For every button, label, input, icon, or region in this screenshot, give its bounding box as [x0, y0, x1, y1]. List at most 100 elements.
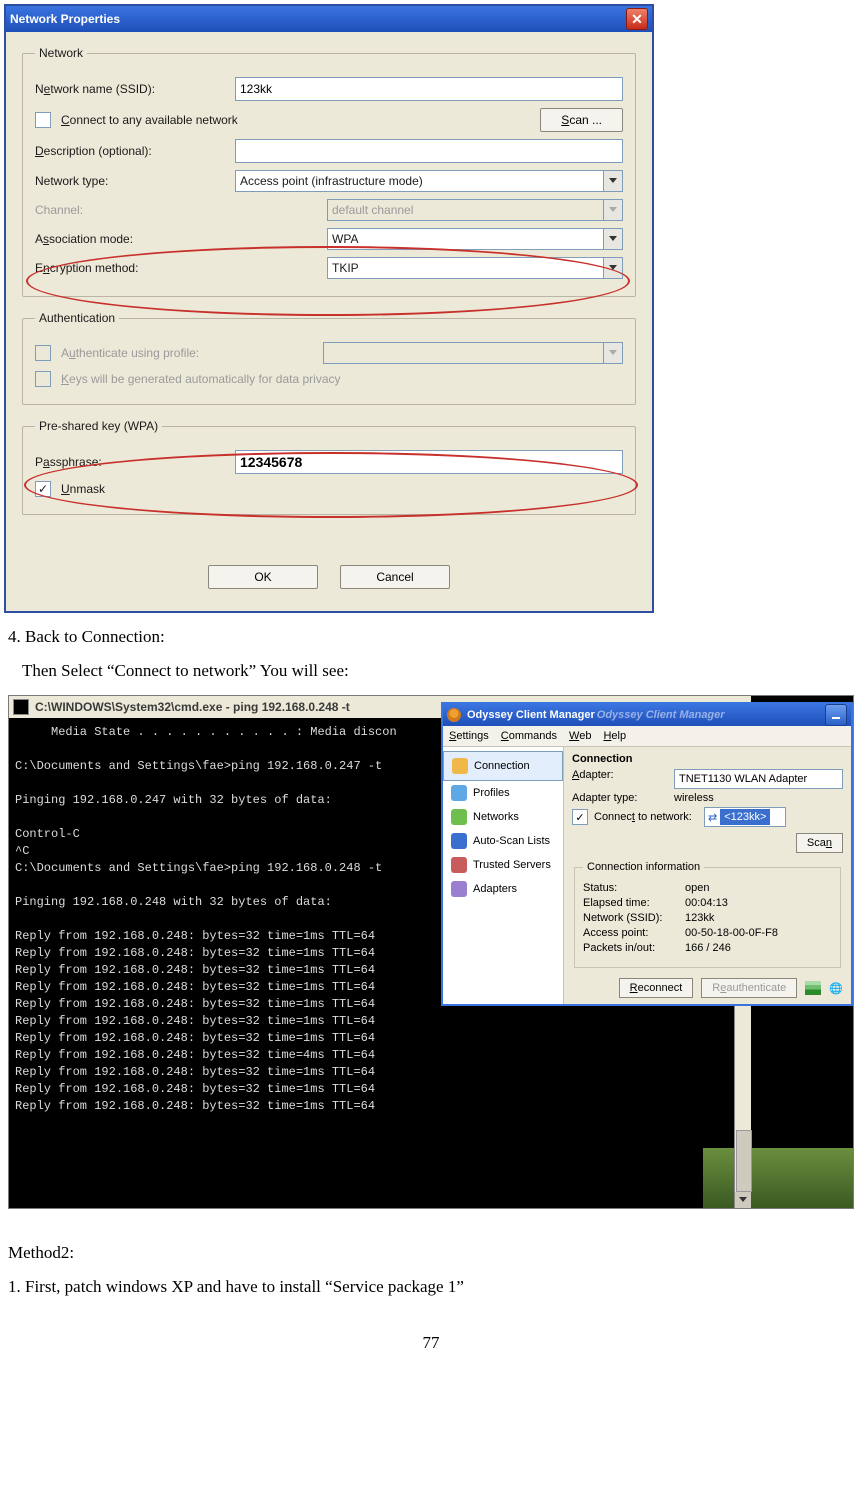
sidebar-item-adapters[interactable]: Adapters — [443, 877, 563, 901]
reconnect-button[interactable]: Reconnect — [619, 978, 694, 998]
elapsed-value: 00:04:13 — [685, 897, 728, 909]
auth-profile-checkbox — [35, 345, 51, 361]
close-icon[interactable]: ✕ — [626, 8, 648, 30]
ocm-scan-button[interactable]: Scan — [796, 833, 843, 853]
scrollbar-thumb[interactable] — [736, 1130, 752, 1192]
association-mode-select[interactable]: WPA — [327, 228, 623, 250]
sidebar-item-label: Networks — [473, 811, 519, 823]
trusted-icon — [451, 857, 467, 873]
sidebar-item-connection[interactable]: Connection — [443, 751, 563, 781]
chevron-down-icon — [603, 171, 622, 191]
status-value: open — [685, 882, 709, 894]
elapsed-label: Elapsed time: — [583, 897, 685, 909]
globe-icon: 🌐 — [829, 982, 843, 995]
channel-value: default channel — [328, 203, 603, 217]
sidebar-item-autoscan[interactable]: Auto-Scan Lists — [443, 829, 563, 853]
association-mode-label: Association mode: — [35, 232, 317, 246]
network-type-value: Access point (infrastructure mode) — [236, 174, 603, 188]
authentication-legend: Authentication — [35, 311, 119, 325]
networks-icon — [451, 809, 467, 825]
unmask-label: Unmask — [61, 482, 105, 496]
status-label: Status: — [583, 882, 685, 894]
sidebar-item-networks[interactable]: Networks — [443, 805, 563, 829]
connection-icon — [452, 758, 468, 774]
ssid-input[interactable] — [235, 77, 623, 101]
screenshot-composite: C:\WINDOWS\System32\cmd.exe - ping 192.1… — [8, 695, 854, 1209]
description-label: Description (optional): — [35, 144, 225, 158]
connection-info-group: Connection information Status:open Elaps… — [574, 861, 841, 968]
chevron-down-icon — [603, 343, 622, 363]
network-type-label: Network type: — [35, 174, 225, 188]
ocm-titlebar: Odyssey Client Manager Odyssey Client Ma… — [443, 704, 851, 726]
network-properties-dialog: Network Properties ✕ Network Network nam… — [4, 4, 654, 613]
ocm-sidebar: Connection Profiles Networks Auto-Scan L… — [443, 747, 564, 1004]
unmask-checkbox[interactable]: ✓ — [35, 481, 51, 497]
ssid-value: 123kk — [685, 912, 714, 924]
adapter-select[interactable]: TNET1130 WLAN Adapter — [674, 769, 843, 789]
sidebar-item-profiles[interactable]: Profiles — [443, 781, 563, 805]
sidebar-item-label: Adapters — [473, 883, 517, 895]
ocm-title-shadow: Odyssey Client Manager — [597, 709, 725, 721]
menu-help[interactable]: Help — [603, 730, 626, 742]
encryption-method-select[interactable]: TKIP — [327, 257, 623, 279]
menu-commands[interactable]: Commands — [501, 730, 557, 742]
keys-auto-label: Keys will be generated automatically for… — [61, 372, 341, 386]
sidebar-item-label: Trusted Servers — [473, 859, 551, 871]
psk-group: Pre-shared key (WPA) Passphrase: ✓ Unmas… — [22, 419, 636, 515]
connect-any-label: Connect to any available network — [61, 113, 530, 127]
sidebar-item-label: Auto-Scan Lists — [473, 835, 550, 847]
cancel-button[interactable]: Cancel — [340, 565, 450, 589]
adapter-label: Adapter: — [572, 769, 674, 789]
ocm-title: Odyssey Client Manager — [467, 709, 595, 721]
auth-profile-label: Authenticate using profile: — [61, 346, 313, 360]
menu-settings[interactable]: Settings — [449, 730, 489, 742]
keys-auto-checkbox — [35, 371, 51, 387]
connect-network-label: Connect to network: — [594, 811, 704, 823]
connect-any-checkbox[interactable] — [35, 112, 51, 128]
titlebar: Network Properties ✕ — [6, 6, 652, 32]
cmd-icon — [13, 699, 29, 715]
connection-heading: Connection — [572, 753, 843, 765]
chevron-down-icon — [603, 229, 622, 249]
step-4-text: 4. Back to Connection: — [8, 627, 854, 647]
page-number: 77 — [4, 1333, 858, 1353]
menu-web[interactable]: Web — [569, 730, 591, 742]
adapters-icon — [451, 881, 467, 897]
window-title: Network Properties — [10, 12, 120, 26]
connect-network-checkbox[interactable]: ✓ — [572, 809, 588, 825]
scan-button[interactable]: Scan ... — [540, 108, 623, 132]
authentication-group: Authentication Authenticate using profil… — [22, 311, 636, 405]
network-legend: Network — [35, 46, 87, 60]
autoscan-icon — [451, 833, 467, 849]
adapter-type-label: Adapter type: — [572, 792, 674, 804]
ssid-label: Network name (SSID): — [35, 82, 225, 96]
network-select-icon: ⇄ — [705, 811, 720, 824]
adapter-type-value: wireless — [674, 792, 714, 804]
sidebar-item-label: Connection — [474, 760, 530, 772]
passphrase-input[interactable] — [235, 450, 623, 474]
channel-select: default channel — [327, 199, 623, 221]
ocm-menubar: Settings Commands Web Help — [443, 726, 851, 747]
adapter-value: TNET1130 WLAN Adapter — [675, 773, 842, 785]
sidebar-item-label: Profiles — [473, 787, 510, 799]
ap-value: 00-50-18-00-0F-F8 — [685, 927, 778, 939]
method2-heading: Method2: — [8, 1243, 854, 1263]
ssid-label: Network (SSID): — [583, 912, 685, 924]
java-icon — [447, 708, 461, 722]
ap-label: Access point: — [583, 927, 685, 939]
ok-button[interactable]: OK — [208, 565, 318, 589]
sidebar-item-trusted[interactable]: Trusted Servers — [443, 853, 563, 877]
passphrase-label: Passphrase: — [35, 455, 225, 469]
network-type-select[interactable]: Access point (infrastructure mode) — [235, 170, 623, 192]
minimize-icon[interactable] — [825, 704, 847, 726]
ocm-main: Connection Adapter: TNET1130 WLAN Adapte… — [564, 747, 851, 1004]
cmd-title: C:\WINDOWS\System32\cmd.exe - ping 192.1… — [35, 700, 350, 714]
packets-label: Packets in/out: — [583, 942, 685, 954]
reauthenticate-button: Reauthenticate — [701, 978, 797, 998]
chevron-down-icon — [603, 200, 622, 220]
description-input[interactable] — [235, 139, 623, 163]
scroll-down-icon[interactable] — [735, 1192, 751, 1208]
channel-label: Channel: — [35, 203, 317, 217]
network-select-value: <123kk> — [720, 809, 770, 825]
network-select[interactable]: ⇄ <123kk> — [704, 807, 786, 827]
